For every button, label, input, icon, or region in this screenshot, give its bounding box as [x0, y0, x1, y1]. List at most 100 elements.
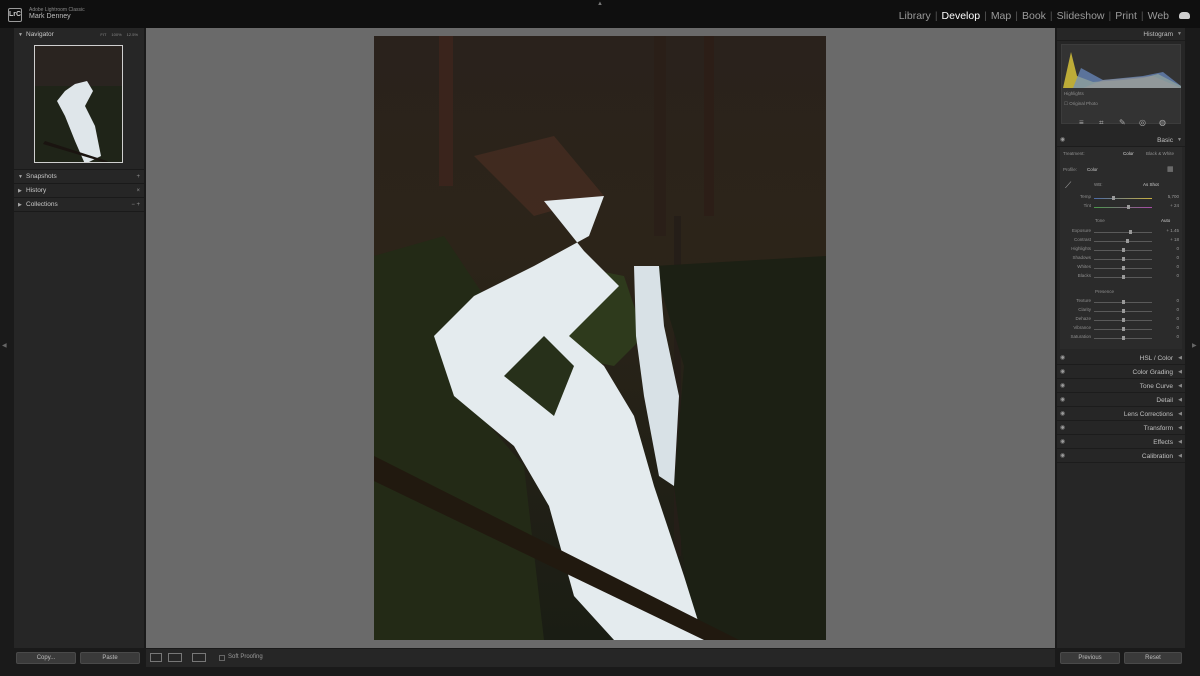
dehaze-slider[interactable]: Dehaze 0: [1057, 316, 1185, 324]
before-after-lr-icon[interactable]: [168, 653, 182, 662]
hsl-color-header[interactable]: ◉ HSL / Color ◀: [1057, 352, 1185, 365]
snapshots-panel-header[interactable]: ▼ Snapshots +: [14, 170, 144, 184]
contrast-value[interactable]: + 18: [1170, 237, 1179, 242]
texture-thumb[interactable]: [1122, 300, 1125, 304]
whites-thumb[interactable]: [1122, 266, 1125, 270]
zoom-100[interactable]: 100%: [106, 32, 121, 37]
contrast-thumb[interactable]: [1126, 239, 1130, 243]
collections-actions[interactable]: − +: [131, 198, 140, 212]
paste-button[interactable]: Paste: [80, 652, 140, 664]
tint-value[interactable]: + 24: [1170, 203, 1179, 208]
module-develop[interactable]: Develop: [939, 10, 984, 22]
image-canvas[interactable]: [146, 28, 1055, 648]
basic-header[interactable]: ◉ Basic ▼: [1057, 134, 1185, 147]
shadows-thumb[interactable]: [1122, 257, 1125, 261]
healing-brush-icon[interactable]: ✎: [1119, 118, 1126, 127]
exposure-slider[interactable]: Exposure + 1.45: [1057, 228, 1185, 236]
blacks-value[interactable]: 0: [1176, 273, 1179, 278]
module-book[interactable]: Book: [1019, 10, 1049, 22]
clear-history-button[interactable]: ×: [136, 184, 140, 198]
saturation-thumb[interactable]: [1122, 336, 1125, 340]
module-print[interactable]: Print: [1112, 10, 1140, 22]
module-slideshow[interactable]: Slideshow: [1054, 10, 1108, 22]
original-photo-checkbox[interactable]: ☐ Original Photo: [1064, 101, 1098, 107]
detail-header[interactable]: ◉ Detail ◀: [1057, 394, 1185, 407]
eye-icon[interactable]: ◉: [1060, 352, 1065, 365]
whites-value[interactable]: 0: [1176, 264, 1179, 269]
add-snapshot-button[interactable]: +: [136, 170, 140, 184]
left-panel-toggle-icon[interactable]: ◀: [2, 342, 7, 349]
eye-icon[interactable]: ◉: [1060, 422, 1065, 435]
texture-slider[interactable]: Texture 0: [1057, 298, 1185, 306]
module-web[interactable]: Web: [1145, 10, 1172, 22]
shadows-value[interactable]: 0: [1176, 255, 1179, 260]
vibrance-thumb[interactable]: [1122, 327, 1125, 331]
crop-icon[interactable]: ⌗: [1099, 118, 1104, 128]
vibrance-slider[interactable]: Vibrance 0: [1057, 325, 1185, 333]
clarity-value[interactable]: 0: [1176, 307, 1179, 312]
histogram-header[interactable]: Histogram ▼: [1057, 28, 1185, 41]
eye-icon[interactable]: ◉: [1060, 134, 1065, 147]
collapse-triangle-icon[interactable]: ▼: [18, 28, 23, 42]
lens-corrections-header[interactable]: ◉ Lens Corrections ◀: [1057, 408, 1185, 421]
highlights-thumb[interactable]: [1122, 248, 1125, 252]
texture-value[interactable]: 0: [1176, 298, 1179, 303]
temp-slider[interactable]: Temp 5,700: [1057, 194, 1185, 202]
contrast-track[interactable]: [1094, 241, 1152, 242]
dehaze-thumb[interactable]: [1122, 318, 1125, 322]
treatment-bw-button[interactable]: Black & White: [1146, 151, 1174, 156]
module-library[interactable]: Library: [896, 10, 934, 22]
cloud-icon[interactable]: [1179, 12, 1190, 19]
dehaze-value[interactable]: 0: [1176, 316, 1179, 321]
treatment-color-button[interactable]: Color: [1123, 151, 1134, 156]
soft-proofing-checkbox[interactable]: [219, 655, 225, 661]
whites-slider[interactable]: Whites 0: [1057, 264, 1185, 272]
exposure-thumb[interactable]: [1128, 230, 1132, 234]
zoom-12[interactable]: 12.5%: [122, 32, 138, 37]
shadows-slider[interactable]: Shadows 0: [1057, 255, 1185, 263]
temp-thumb[interactable]: [1112, 196, 1115, 200]
temp-track[interactable]: [1094, 198, 1152, 199]
eye-icon[interactable]: ◉: [1060, 450, 1065, 463]
profile-select[interactable]: Color: [1087, 167, 1098, 172]
clarity-thumb[interactable]: [1122, 309, 1125, 313]
history-panel-header[interactable]: ▶ History ×: [14, 184, 144, 198]
copy-button[interactable]: Copy...: [16, 652, 76, 664]
reset-button[interactable]: Reset: [1124, 652, 1182, 664]
transform-header[interactable]: ◉ Transform ◀: [1057, 422, 1185, 435]
red-eye-icon[interactable]: ◎: [1139, 118, 1146, 127]
vibrance-value[interactable]: 0: [1176, 325, 1179, 330]
collections-panel-header[interactable]: ▶ Collections − +: [14, 198, 144, 212]
tint-thumb[interactable]: [1127, 205, 1130, 209]
saturation-slider[interactable]: Saturation 0: [1057, 334, 1185, 342]
effects-header[interactable]: ◉ Effects ◀: [1057, 436, 1185, 449]
wb-eyedropper-icon[interactable]: ⟋: [1065, 180, 1071, 191]
profile-browser-icon[interactable]: ▦: [1167, 165, 1174, 173]
previous-button[interactable]: Previous: [1060, 652, 1120, 664]
exposure-value[interactable]: + 1.45: [1166, 228, 1179, 233]
highlights-value[interactable]: 0: [1176, 246, 1179, 251]
right-panel-toggle-icon[interactable]: ▶: [1192, 342, 1197, 349]
top-panel-toggle-icon[interactable]: ▲: [597, 1, 603, 7]
contrast-slider[interactable]: Contrast + 18: [1057, 237, 1185, 245]
zoom-fit[interactable]: FIT: [95, 32, 106, 37]
color-grading-header[interactable]: ◉ Color Grading ◀: [1057, 366, 1185, 379]
tone-curve-header[interactable]: ◉ Tone Curve ◀: [1057, 380, 1185, 393]
eye-icon[interactable]: ◉: [1060, 366, 1065, 379]
photo-preview[interactable]: [374, 36, 826, 640]
eye-icon[interactable]: ◉: [1060, 408, 1065, 421]
highlights-slider[interactable]: Highlights 0: [1057, 246, 1185, 254]
auto-tone-button[interactable]: Auto: [1161, 218, 1170, 223]
edit-sliders-icon[interactable]: ≡: [1079, 118, 1084, 127]
tint-track[interactable]: [1094, 207, 1152, 208]
saturation-value[interactable]: 0: [1176, 334, 1179, 339]
histogram[interactable]: Highlights ☐ Original Photo: [1061, 44, 1181, 124]
eye-icon[interactable]: ◉: [1060, 436, 1065, 449]
masking-icon[interactable]: ◍: [1159, 118, 1166, 127]
calibration-header[interactable]: ◉ Calibration ◀: [1057, 450, 1185, 463]
loupe-view-icon[interactable]: [150, 653, 162, 662]
wb-select[interactable]: As Shot: [1143, 182, 1159, 187]
exposure-track[interactable]: [1094, 232, 1152, 233]
blacks-slider[interactable]: Blacks 0: [1057, 273, 1185, 281]
temp-value[interactable]: 5,700: [1168, 194, 1179, 199]
